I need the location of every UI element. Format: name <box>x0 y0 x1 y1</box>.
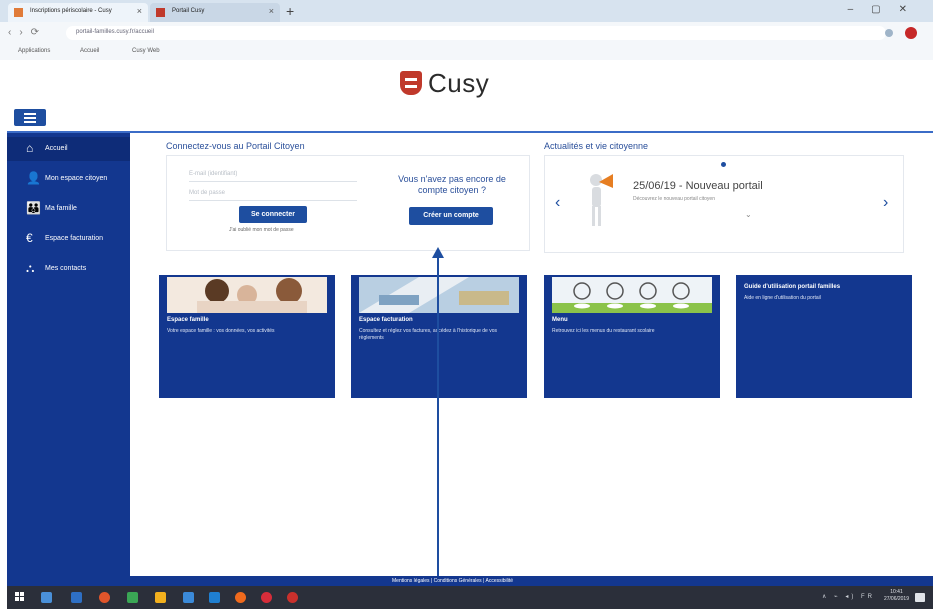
bookmark-item[interactable]: Applications <box>18 48 50 54</box>
sidebar-item-contacts[interactable]: ⛬ Mes contacts <box>7 257 130 281</box>
taskbar-app-icon[interactable] <box>155 592 166 603</box>
email-field[interactable]: E-mail (identifiant) <box>189 168 357 182</box>
sidebar-item-citizen-space[interactable]: 👤 Mon espace citoyen <box>7 167 130 191</box>
password-field[interactable]: Mot de passe <box>189 187 357 201</box>
card-description: Aide en ligne d'utilisation du portail <box>744 295 821 301</box>
taskbar-app-icon[interactable] <box>71 592 82 603</box>
news-item-title[interactable]: 25/06/19 - Nouveau portail <box>633 180 763 192</box>
card-billing-space[interactable]: Espace facturation Consultez et réglez v… <box>351 275 527 398</box>
taskbar-app-icon[interactable] <box>183 592 194 603</box>
site-logo[interactable]: Cusy <box>400 68 489 98</box>
card-description: Retrouvez ici les menus du restaurant sc… <box>552 328 655 334</box>
taskbar-app-icon[interactable] <box>287 592 298 603</box>
card-title: Espace facturation <box>359 317 413 323</box>
crest-icon <box>400 71 422 95</box>
close-tab-icon[interactable]: × <box>269 6 274 16</box>
carousel-indicator[interactable] <box>721 162 726 167</box>
profile-avatar[interactable] <box>905 27 917 39</box>
new-tab-button[interactable]: + <box>286 3 294 19</box>
taskbar-app-icon[interactable] <box>235 592 246 603</box>
sidebar-item-label: Accueil <box>45 145 68 152</box>
billing-photo <box>359 277 519 313</box>
carousel-next-icon[interactable]: › <box>883 194 888 212</box>
family-icon: 👪 <box>26 201 41 215</box>
sidebar: ⌂ Accueil 👤 Mon espace citoyen 👪 Ma fami… <box>7 133 130 586</box>
logo-text: Cusy <box>428 67 490 98</box>
taskbar-app-icon[interactable] <box>127 592 138 603</box>
menu-toggle-button[interactable] <box>14 109 46 126</box>
login-button[interactable]: Se connecter <box>239 206 307 223</box>
page: Inscriptions périscolaire - Cusy × Porta… <box>0 0 933 609</box>
sidebar-item-label: Ma famille <box>45 205 77 212</box>
tab-label: Portail Cusy <box>172 8 205 14</box>
megaphone-figure-icon <box>590 174 613 226</box>
sidebar-item-home[interactable]: ⌂ Accueil <box>7 137 130 161</box>
sidebar-item-family[interactable]: 👪 Ma famille <box>7 197 130 221</box>
bookmarks-bar: Applications Accueil Cusy Web <box>0 44 933 60</box>
home-icon: ⌂ <box>26 141 34 155</box>
card-title: Menu <box>552 317 568 323</box>
extension-icon[interactable] <box>885 29 893 37</box>
menu-illustration <box>552 277 712 313</box>
clock-time: 10:41 <box>890 589 903 595</box>
window-controls[interactable]: –▢✕ <box>848 4 925 15</box>
footer-links[interactable]: Mentions légales | Conditions Générales … <box>392 578 513 584</box>
navigation-buttons[interactable]: ‹›⟳ <box>8 27 47 38</box>
card-description: Votre espace famille : vos données, vos … <box>167 328 275 334</box>
news-item-subtitle: Découvrez le nouveau portail citoyen <box>633 196 715 202</box>
clock-date: 27/06/2019 <box>883 596 909 602</box>
card-title: Guide d'utilisation portail familles <box>744 284 841 290</box>
favicon-icon <box>14 8 23 17</box>
sidebar-item-label: Mon espace citoyen <box>45 175 108 182</box>
tab-label: Inscriptions périscolaire - Cusy <box>30 8 112 14</box>
person-icon: 👤 <box>26 171 41 185</box>
browser-tab-strip: Inscriptions périscolaire - Cusy × Porta… <box>0 0 933 22</box>
system-tray[interactable]: ∧ ⌁ ◂) FR <box>822 593 875 600</box>
browser-tab[interactable]: Portail Cusy × <box>150 3 280 22</box>
sidebar-item-billing[interactable]: € Espace facturation <box>7 227 130 251</box>
bookmark-item[interactable]: Accueil <box>80 48 99 54</box>
hamburger-icon <box>24 113 36 115</box>
login-section-title: Connectez-vous au Portail Citoyen <box>166 141 305 151</box>
sidebar-item-label: Espace facturation <box>45 235 103 242</box>
taskbar-app-icon[interactable] <box>41 592 52 603</box>
favicon-icon <box>156 8 165 17</box>
notification-icon[interactable] <box>915 593 925 602</box>
sidebar-item-label: Mes contacts <box>45 265 87 272</box>
login-panel: E-mail (identifiant) Mot de passe Se con… <box>166 155 530 251</box>
card-user-guide[interactable]: Guide d'utilisation portail familles Aid… <box>736 275 912 398</box>
taskbar-app-icon[interactable] <box>209 592 220 603</box>
taskbar-app-icon[interactable] <box>261 592 272 603</box>
header-divider <box>7 131 933 133</box>
card-family-space[interactable]: Espace famille Votre espace famille : vo… <box>159 275 335 398</box>
close-tab-icon[interactable]: × <box>137 6 142 16</box>
card-title: Espace famille <box>167 317 209 323</box>
browser-tab[interactable]: Inscriptions périscolaire - Cusy × <box>8 3 148 22</box>
forgot-password-link[interactable]: J'ai oublié mon mot de passe <box>229 227 294 233</box>
card-description: Consultez et réglez vos factures, accéde… <box>359 328 497 341</box>
news-section-title: Actualités et vie citoyenne <box>544 141 649 151</box>
annotation-arrow-line <box>437 257 439 609</box>
sitemap-icon: ⛬ <box>26 261 35 275</box>
news-carousel: ‹ 25/06/19 - Nouveau portail Découvrez l… <box>544 155 904 253</box>
create-account-button[interactable]: Créer un compte <box>409 207 493 225</box>
taskbar: ∧ ⌁ ◂) FR 10:41 27/06/2019 <box>7 586 933 609</box>
windows-start-icon[interactable] <box>15 592 25 602</box>
address-bar: ‹›⟳ portail-familles.cusy.fr/accueil <box>0 22 933 44</box>
card-menu[interactable]: Menu Retrouvez ici les menus du restaura… <box>544 275 720 398</box>
chevron-down-icon[interactable]: ⌄ <box>745 210 752 219</box>
euro-icon: € <box>26 231 33 245</box>
taskbar-clock[interactable]: 10:41 27/06/2019 <box>884 589 909 603</box>
url-field[interactable]: portail-familles.cusy.fr/accueil <box>66 26 886 40</box>
site-footer: Mentions légales | Conditions Générales … <box>130 576 933 586</box>
bookmark-item[interactable]: Cusy Web <box>132 48 160 54</box>
carousel-prev-icon[interactable]: ‹ <box>555 194 560 212</box>
taskbar-app-icon[interactable] <box>99 592 110 603</box>
no-account-text: Vous n'avez pas encore de compte citoyen… <box>398 174 506 195</box>
family-photo <box>167 277 327 313</box>
